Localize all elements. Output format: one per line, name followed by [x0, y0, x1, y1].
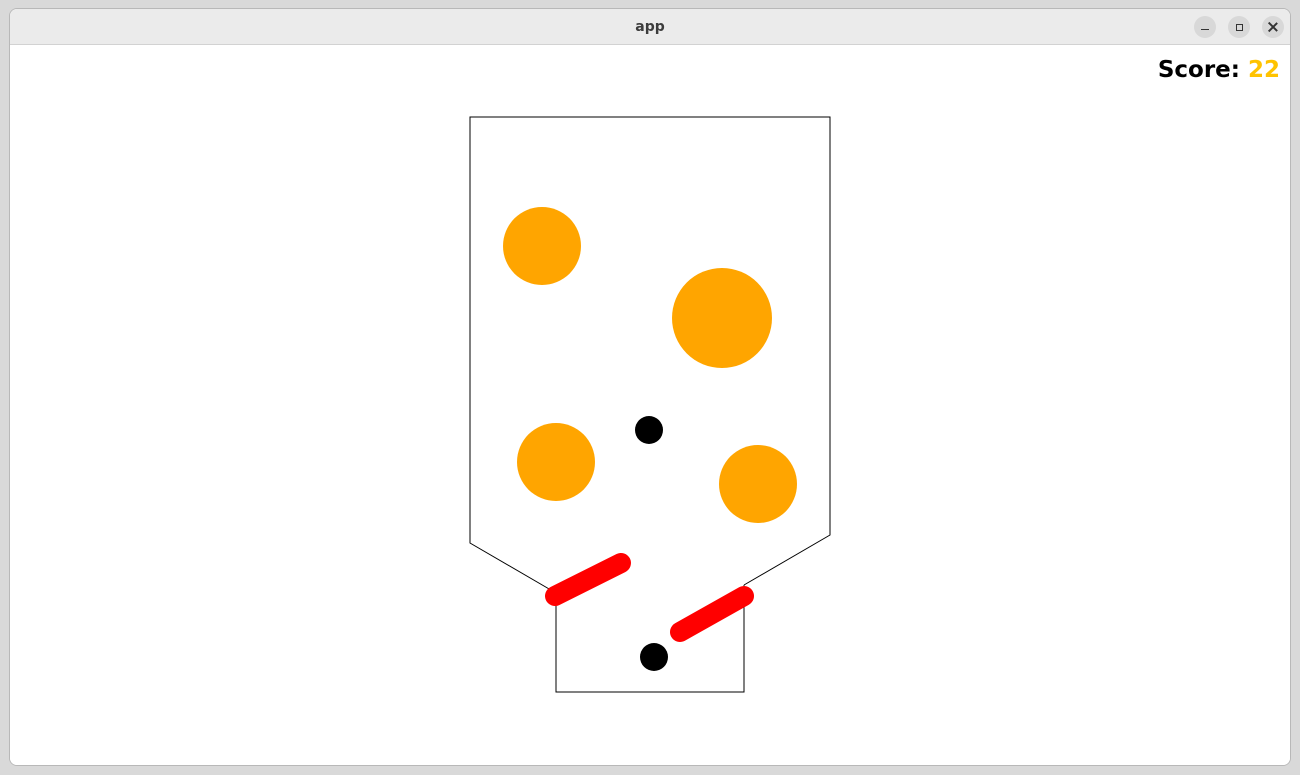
bumper: [503, 207, 581, 285]
ball: [635, 416, 663, 444]
maximize-icon: [1235, 23, 1243, 31]
close-icon: [1268, 22, 1278, 32]
game-canvas[interactable]: Score: 22: [10, 45, 1290, 765]
app-window: app Score: 22: [9, 8, 1291, 766]
pinball-board: [469, 116, 831, 693]
minimize-button[interactable]: [1194, 16, 1216, 38]
right-flipper[interactable]: [670, 586, 754, 642]
maximize-button[interactable]: [1228, 16, 1250, 38]
ball: [640, 643, 668, 671]
bumper: [672, 268, 772, 368]
bumper: [719, 445, 797, 523]
left-flipper[interactable]: [545, 553, 631, 606]
title-bar: app: [10, 9, 1290, 45]
minimize-icon: [1201, 28, 1209, 30]
close-button[interactable]: [1262, 16, 1284, 38]
table-wall: [469, 116, 831, 594]
window-title: app: [635, 19, 665, 35]
bumper: [517, 423, 595, 501]
